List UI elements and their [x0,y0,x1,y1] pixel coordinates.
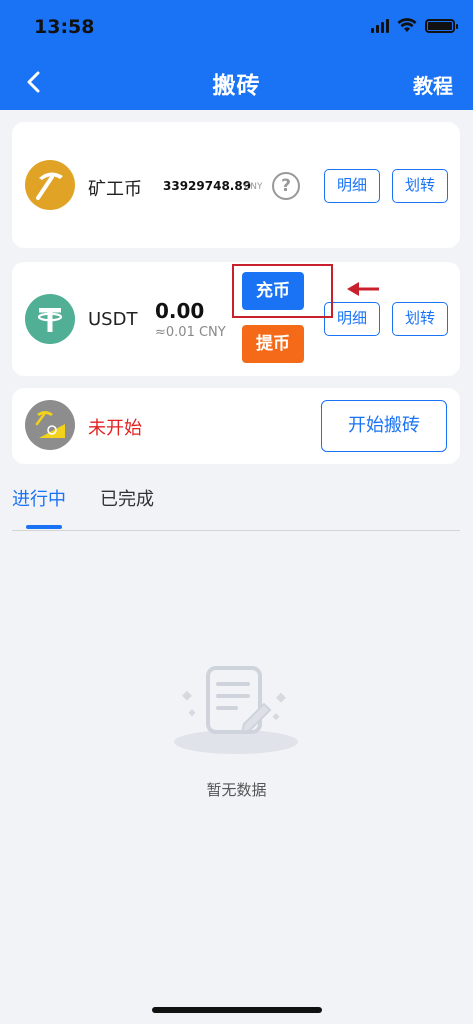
empty-state-text: 暂无数据 [206,781,267,799]
header: 13:58 搬砖 教程 [0,0,473,110]
tab-indicator [26,525,62,529]
usdt-name: USDT [88,309,138,330]
withdraw-button[interactable]: 提币 [242,325,304,363]
empty-document-icon [174,666,298,754]
miner-detail-button[interactable]: 明细 [324,169,380,203]
signal-icon [371,18,389,33]
help-icon[interactable]: ? [272,172,300,200]
wifi-icon [397,18,417,32]
miner-coin-name: 矿工币 [88,179,142,200]
page-title: 搬砖 [212,73,261,99]
highlight-box [232,264,333,318]
miner-coin-amount: 33929748.89 [163,179,252,193]
battery-icon [425,18,458,33]
task-status-text: 未开始 [88,418,142,439]
status-icons [371,18,458,33]
usdt-transfer-button[interactable]: 划转 [392,302,448,336]
mining-status-icon [25,400,75,450]
miner-coin-unit: CNY [244,182,263,192]
miner-coin-card: 矿工币 33929748.89 CNY ? 明细 划转 [12,122,460,248]
red-arrow-icon [347,282,379,296]
tutorial-link[interactable]: 教程 [413,70,453,99]
tether-icon [25,294,75,344]
start-task-button[interactable]: 开始搬砖 [321,400,447,452]
tab-in-progress[interactable]: 进行中 [12,485,66,511]
home-indicator [152,1007,322,1013]
pickaxe-icon [25,160,75,210]
tab-completed[interactable]: 已完成 [100,485,154,511]
usdt-cny-value: ≈0.01 CNY [155,325,226,340]
task-tabs: 进行中 已完成 [12,485,460,531]
usdt-amount: 0.00 [155,299,205,323]
miner-transfer-button[interactable]: 划转 [392,169,448,203]
status-time: 13:58 [34,16,95,38]
task-status-card: 未开始 开始搬砖 [12,388,460,464]
